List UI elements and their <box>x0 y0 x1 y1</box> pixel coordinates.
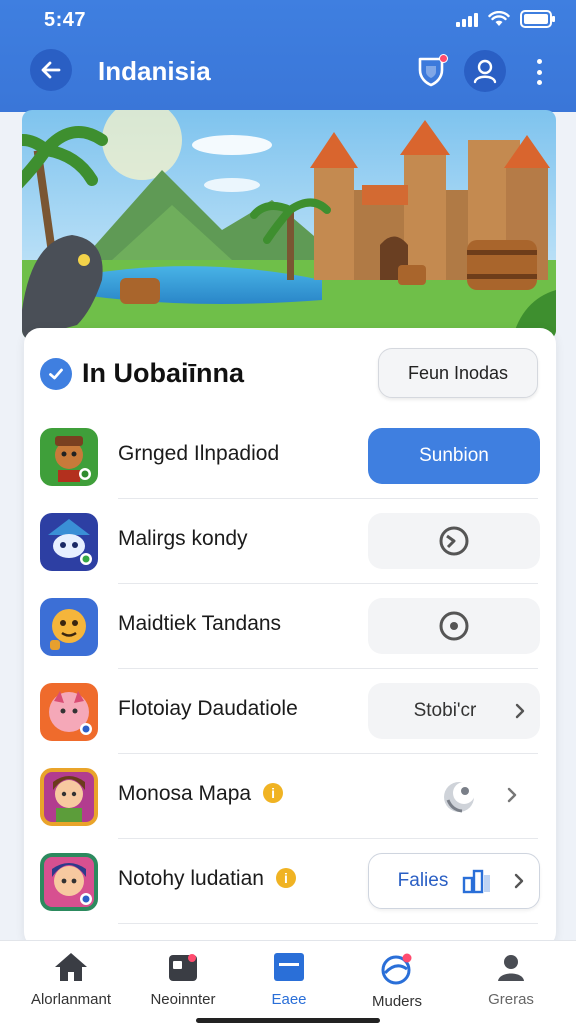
check-circle-icon <box>40 358 72 390</box>
page-title: Indanisia <box>98 56 211 86</box>
app-icon <box>40 428 98 486</box>
target-icon <box>439 611 469 641</box>
wifi-icon <box>488 11 510 27</box>
list-item[interactable]: Grnged Ilnpadiod Sunbion <box>24 414 556 499</box>
info-badge-icon: i <box>275 868 296 888</box>
status-bar: 5:47 <box>0 0 576 40</box>
nav-item-home[interactable]: Alorlanmant <box>16 951 126 1021</box>
profile-button[interactable] <box>464 50 506 92</box>
app-name: Monosa Mapa i <box>118 782 284 806</box>
app-name: Grnged Ilnpadiod <box>118 442 280 465</box>
nav-item-inbox[interactable]: Eaee <box>234 951 344 1021</box>
notification-dot <box>439 54 448 63</box>
home-icon <box>55 953 87 981</box>
chevron-right-icon <box>514 873 524 889</box>
nav-label: Greras <box>488 991 534 1008</box>
bottom-navigation: Alorlanmant Neoinnter Eaee Muders Greras <box>0 940 576 1024</box>
app-action-button[interactable] <box>368 598 540 654</box>
nav-label: Muders <box>371 993 423 1010</box>
app-name: Malirgs kondy <box>118 527 248 550</box>
battery-icon <box>520 10 556 28</box>
app-icon <box>40 768 98 826</box>
action-label: Falies <box>397 870 449 891</box>
app-action-button[interactable]: Falies <box>368 853 540 909</box>
app-action-button[interactable]: Sunbion <box>368 428 540 484</box>
app-name: Maidtiek Tandans <box>118 612 282 635</box>
list-item[interactable]: Maidtiek Tandans <box>24 584 556 669</box>
list-item[interactable]: Notohy ludatian i Falies <box>24 839 556 924</box>
view-all-button[interactable]: Feun Inodas <box>378 348 538 398</box>
status-time: 5:47 <box>44 9 87 31</box>
app-list-card: In Uobaiīnna Feun Inodas Grnged Ilnpadio… <box>24 328 556 948</box>
user-icon <box>473 59 497 84</box>
nav-item-globe[interactable]: Muders <box>342 951 452 1021</box>
user-icon <box>498 955 524 981</box>
chart-icon <box>463 869 491 894</box>
list-item[interactable]: Malirgs kondy <box>24 499 556 584</box>
chevron-right-icon[interactable] <box>506 786 518 804</box>
app-icon <box>40 598 98 656</box>
chevron-right-icon <box>515 703 525 719</box>
refresh-icon <box>439 526 469 556</box>
moon-icon[interactable] <box>440 778 478 816</box>
nav-label: Neoinnter <box>150 991 216 1008</box>
signal-icon <box>456 11 478 27</box>
section-title: In Uobaiīnna <box>82 358 244 388</box>
app-icon <box>40 853 98 911</box>
info-badge-icon: i <box>263 783 284 803</box>
shield-button[interactable] <box>412 52 450 90</box>
card-header: In Uobaiīnna Feun Inodas <box>24 328 556 414</box>
action-label: Stobi'cr <box>413 700 477 721</box>
back-button[interactable] <box>30 49 72 91</box>
app-action-button[interactable] <box>368 513 540 569</box>
app-name: Notohy ludatian i <box>118 867 296 891</box>
nav-item-user[interactable]: Greras <box>456 951 566 1021</box>
home-indicator <box>196 1018 380 1023</box>
globe-icon <box>381 953 412 985</box>
arrow-left-icon <box>41 61 61 79</box>
status-icons <box>456 10 556 28</box>
nav-label: Eaee <box>271 991 307 1008</box>
more-options-button[interactable] <box>528 56 550 88</box>
app-name: Flotoiay Daudatiole <box>118 697 298 720</box>
nav-label: Alorlanmant <box>30 991 112 1008</box>
app-icon <box>40 513 98 571</box>
hero-banner-image <box>22 110 556 340</box>
app-header: 5:47 Indanisia <box>0 0 576 112</box>
app-icon <box>40 683 98 741</box>
app-action-button[interactable]: Stobi'cr <box>368 683 540 739</box>
folder-icon <box>169 954 197 981</box>
nav-item-folder[interactable]: Neoinnter <box>128 951 238 1021</box>
list-item[interactable]: Flotoiay Daudatiole Stobi'cr <box>24 669 556 754</box>
list-item[interactable]: Monosa Mapa i <box>24 754 556 839</box>
inbox-icon <box>274 953 304 981</box>
